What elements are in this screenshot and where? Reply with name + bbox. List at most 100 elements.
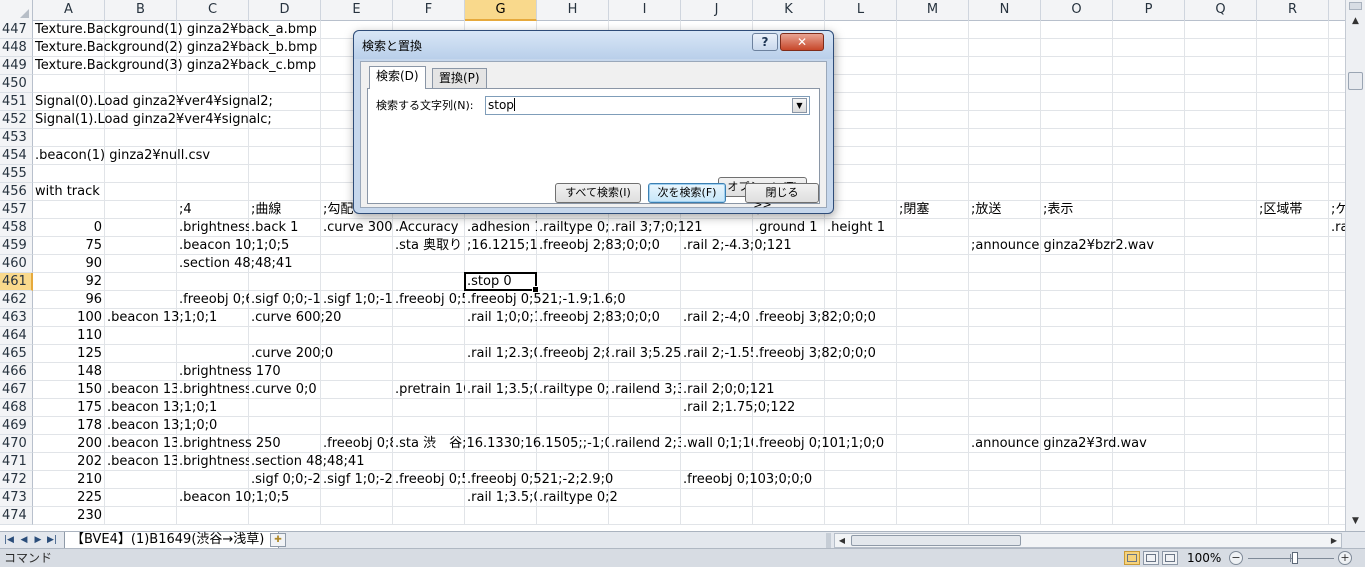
grid-cell[interactable]: [465, 507, 537, 525]
row-header[interactable]: 459: [0, 237, 33, 255]
row-header[interactable]: 470: [0, 435, 33, 453]
column-header-b[interactable]: B: [105, 0, 177, 21]
grid-cell[interactable]: [105, 507, 177, 525]
column-header-k[interactable]: K: [753, 0, 825, 21]
sheet-tab[interactable]: 【BVE4】(1)B1649(渋谷→浅草): [64, 532, 280, 549]
scroll-right-icon[interactable]: ▶: [1327, 534, 1341, 547]
grid-cell[interactable]: [1257, 165, 1329, 183]
row-header[interactable]: 462: [0, 291, 33, 309]
grid-cell[interactable]: [249, 273, 321, 291]
grid-cell[interactable]: [393, 273, 465, 291]
grid-cell[interactable]: [969, 327, 1041, 345]
grid-cell[interactable]: [1257, 327, 1329, 345]
row-header[interactable]: 458: [0, 219, 33, 237]
grid-cell[interactable]: [537, 327, 609, 345]
column-header-o[interactable]: O: [1041, 0, 1113, 21]
column-header-j[interactable]: J: [681, 0, 753, 21]
grid-cell[interactable]: [105, 345, 177, 363]
grid-cell[interactable]: [105, 291, 177, 309]
grid-cell[interactable]: [753, 327, 825, 345]
help-icon[interactable]: ?: [752, 33, 778, 51]
grid-cell[interactable]: [105, 201, 177, 219]
row-header[interactable]: 465: [0, 345, 33, 363]
vertical-scroll-thumb[interactable]: [1348, 72, 1363, 90]
row-header[interactable]: 456: [0, 183, 33, 201]
grid-cell[interactable]: [681, 507, 753, 525]
zoom-in-icon[interactable]: +: [1338, 551, 1352, 565]
grid-cell[interactable]: [105, 129, 177, 147]
grid-cell[interactable]: [1113, 165, 1185, 183]
normal-view-icon[interactable]: [1124, 551, 1140, 565]
grid-cell[interactable]: [1185, 75, 1257, 93]
grid-cell[interactable]: [177, 273, 249, 291]
column-header-p[interactable]: P: [1113, 0, 1185, 21]
grid-cell[interactable]: [177, 471, 249, 489]
dialog-titlebar[interactable]: 検索と置換 ? ✕: [354, 31, 833, 59]
row-header[interactable]: 467: [0, 381, 33, 399]
row-header[interactable]: 466: [0, 363, 33, 381]
grid-cell[interactable]: [1329, 129, 1345, 147]
split-box[interactable]: [1349, 2, 1362, 10]
grid-cell[interactable]: [249, 327, 321, 345]
grid-cell[interactable]: [609, 327, 681, 345]
row-header[interactable]: 472: [0, 471, 33, 489]
row-header[interactable]: 448: [0, 39, 33, 57]
horizontal-scrollbar[interactable]: ◀ ▶: [834, 533, 1342, 548]
last-sheet-icon[interactable]: ▶|: [45, 532, 59, 548]
grid-cell[interactable]: [321, 273, 393, 291]
grid-cell[interactable]: [753, 507, 825, 525]
row-header[interactable]: 451: [0, 93, 33, 111]
grid-cell[interactable]: [1329, 75, 1345, 93]
column-header-d[interactable]: D: [249, 0, 321, 21]
horizontal-scroll-thumb[interactable]: [851, 535, 1021, 546]
select-all-corner[interactable]: [0, 0, 33, 21]
chevron-down-icon[interactable]: ▼: [792, 98, 807, 113]
row-header[interactable]: 461: [0, 273, 33, 291]
column-header-i[interactable]: I: [609, 0, 681, 21]
grid-cell[interactable]: [177, 165, 249, 183]
page-layout-view-icon[interactable]: [1143, 551, 1159, 565]
find-next-button[interactable]: 次を検索(F): [648, 183, 726, 203]
row-header[interactable]: 449: [0, 57, 33, 75]
column-header-r[interactable]: R: [1257, 0, 1329, 21]
grid-cell[interactable]: [33, 165, 105, 183]
scroll-down-icon[interactable]: ▼: [1348, 514, 1363, 529]
grid-cell[interactable]: [177, 507, 249, 525]
column-header-e[interactable]: E: [321, 0, 393, 21]
grid-cell[interactable]: [1329, 327, 1345, 345]
grid-cell[interactable]: [105, 489, 177, 507]
grid-cell[interactable]: [897, 75, 969, 93]
grid-cell[interactable]: [1041, 327, 1113, 345]
grid-cell[interactable]: [1329, 165, 1345, 183]
grid-cell[interactable]: [105, 219, 177, 237]
grid-cell[interactable]: [1329, 507, 1345, 525]
scroll-up-icon[interactable]: ▲: [1348, 14, 1363, 29]
grid-cell[interactable]: [897, 507, 969, 525]
grid-cell[interactable]: [249, 507, 321, 525]
grid-cell[interactable]: [1113, 507, 1185, 525]
grid-cell[interactable]: [33, 201, 105, 219]
row-header[interactable]: 460: [0, 255, 33, 273]
first-sheet-icon[interactable]: |◀: [2, 532, 16, 548]
grid-cell[interactable]: [1257, 129, 1329, 147]
grid-cell[interactable]: [177, 75, 249, 93]
grid-cell[interactable]: [105, 165, 177, 183]
column-header-f[interactable]: F: [393, 0, 465, 21]
next-sheet-icon[interactable]: ▶: [31, 532, 45, 548]
grid-cell[interactable]: [105, 237, 177, 255]
grid-cell[interactable]: [105, 363, 177, 381]
grid-cell[interactable]: [1113, 327, 1185, 345]
grid-cell[interactable]: [825, 327, 897, 345]
grid-cell[interactable]: [1041, 129, 1113, 147]
row-header[interactable]: 457: [0, 201, 33, 219]
row-header[interactable]: 473: [0, 489, 33, 507]
grid-cell[interactable]: [1185, 165, 1257, 183]
grid-cell[interactable]: [249, 75, 321, 93]
grid-cell[interactable]: [1041, 165, 1113, 183]
column-header-m[interactable]: M: [897, 0, 969, 21]
row-header[interactable]: 464: [0, 327, 33, 345]
find-all-button[interactable]: すべて検索(I): [555, 183, 641, 203]
vertical-scrollbar[interactable]: ▲ ▼: [1345, 0, 1365, 531]
grid-cell[interactable]: [177, 345, 249, 363]
grid-cell[interactable]: [105, 273, 177, 291]
